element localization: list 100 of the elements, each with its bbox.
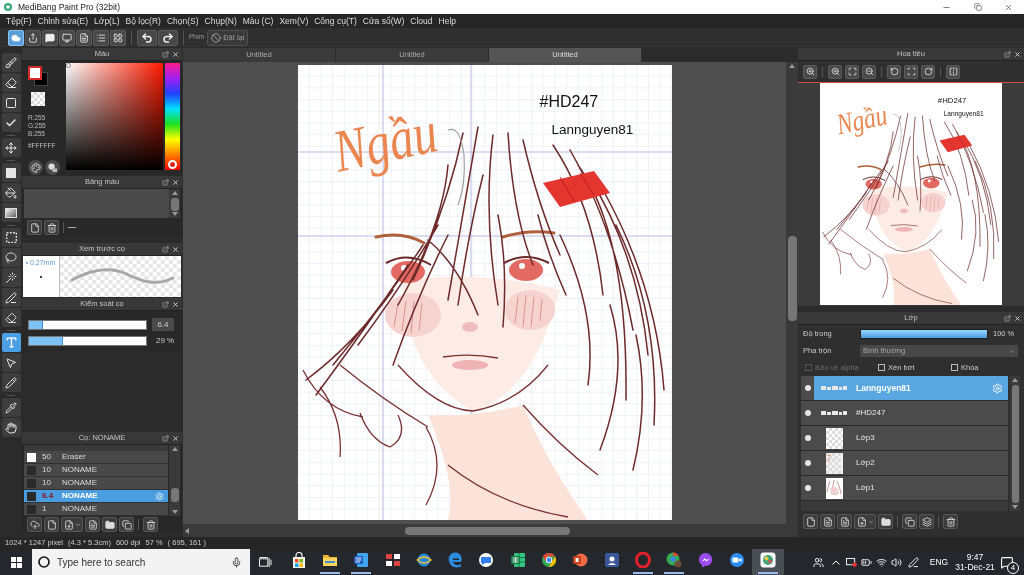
close-panel-button[interactable]	[172, 300, 179, 308]
clock-button[interactable]: 9:47 31-Dec-21	[954, 552, 996, 572]
comment-button[interactable]	[42, 29, 58, 46]
menu-item[interactable]: Lớp(L)	[94, 16, 120, 26]
color-indicator-icon[interactable]	[28, 66, 48, 86]
brush-row[interactable]: 10 NONAME	[24, 477, 168, 490]
upload-button[interactable]	[27, 517, 42, 532]
popout-button[interactable]	[162, 434, 169, 442]
zoom-out-button[interactable]	[862, 64, 876, 79]
close-panel-button[interactable]	[172, 178, 179, 186]
scrollbar[interactable]	[169, 445, 180, 516]
scrollbar[interactable]	[169, 189, 180, 218]
bucket-tool[interactable]	[1, 183, 21, 202]
popout-button[interactable]	[1004, 50, 1011, 58]
close-panel-button[interactable]	[172, 434, 179, 442]
network-button[interactable]	[874, 556, 889, 568]
menu-item[interactable]: Cloud	[410, 16, 433, 26]
volume-button[interactable]	[889, 556, 904, 568]
menu-item[interactable]: Chọn(S)	[166, 16, 199, 26]
cloud-button[interactable]	[8, 29, 24, 46]
divide-tool[interactable]	[1, 373, 21, 392]
eraser-tool[interactable]	[1, 73, 21, 92]
share-button[interactable]	[25, 29, 41, 46]
undo-button[interactable]	[137, 29, 157, 46]
size-value-field[interactable]: 6.4	[152, 318, 174, 331]
delete-layer-button[interactable]	[943, 514, 958, 529]
transparent-swatch-icon[interactable]	[31, 92, 45, 106]
flip-button[interactable]	[946, 64, 960, 79]
folder-button[interactable]	[878, 514, 893, 529]
popout-button[interactable]	[162, 245, 169, 253]
brush-tool[interactable]	[1, 53, 21, 72]
menu-item[interactable]: Chỉnh sửa(E)	[37, 16, 89, 26]
popout-button[interactable]	[162, 178, 169, 186]
grid-button[interactable]	[110, 29, 126, 46]
brush-row[interactable]: 50 Eraser	[24, 451, 168, 464]
menu-item[interactable]: Xem(V)	[279, 16, 309, 26]
battery-button[interactable]	[859, 556, 874, 568]
new-brush-button[interactable]	[44, 517, 59, 532]
fill-tool[interactable]	[1, 163, 21, 182]
scrollbar[interactable]	[1010, 376, 1020, 511]
horizontal-scrollbar[interactable]	[183, 524, 798, 537]
menu-item[interactable]: Tệp(F)	[6, 16, 32, 26]
palette-button[interactable]	[28, 160, 43, 175]
new-1bit-layer-button[interactable]	[837, 514, 852, 529]
select-eraser-tool[interactable]	[1, 308, 21, 327]
zoom-in-button[interactable]	[828, 64, 842, 79]
layer-opacity-slider[interactable]	[860, 329, 988, 339]
popout-button[interactable]	[162, 50, 169, 58]
popout-button[interactable]	[162, 300, 169, 308]
layer-row[interactable]: Lớp3	[801, 426, 1008, 451]
layer-row[interactable]: #HD247	[801, 401, 1008, 426]
document-button[interactable]	[76, 29, 92, 46]
popout-button[interactable]	[1004, 314, 1011, 322]
scroll-thumb[interactable]	[170, 488, 179, 502]
close-panel-button[interactable]	[172, 245, 179, 253]
scroll-thumb[interactable]	[405, 526, 570, 535]
menu-item[interactable]: Chụp(N)	[204, 16, 237, 26]
search-input[interactable]: Type here to search	[57, 554, 231, 570]
select-tool[interactable]	[1, 228, 21, 247]
menu-item[interactable]: Bộ lọc(R)	[125, 16, 161, 26]
rotate-right-button[interactable]	[921, 64, 935, 79]
scroll-thumb[interactable]	[1011, 385, 1019, 503]
hand-tool[interactable]	[1, 418, 21, 437]
edit-tool[interactable]	[1, 113, 21, 132]
canvas-viewport[interactable]: Ngầu #HD247 Lannguyen81	[183, 62, 786, 524]
operation-tool[interactable]	[1, 353, 21, 372]
menu-item[interactable]: Công cụ(T)	[314, 16, 357, 26]
brush-row[interactable]: 1 NONAME	[24, 503, 168, 516]
reset-rotation-button[interactable]	[904, 64, 918, 79]
hue-slider[interactable]	[165, 63, 180, 170]
lasso-tool[interactable]	[1, 248, 21, 267]
layer-row[interactable]: Lớp2	[801, 451, 1008, 476]
layer-row[interactable]: Lớp1	[801, 476, 1008, 501]
palette-grid-button[interactable]	[45, 160, 60, 175]
taskbar-app-button[interactable]	[752, 549, 784, 575]
new-palette-button[interactable]	[27, 220, 42, 235]
wand-tool[interactable]	[1, 268, 21, 287]
eyedropper-tool[interactable]	[1, 398, 21, 417]
fit-button[interactable]	[845, 64, 859, 79]
dot-tool[interactable]	[1, 93, 21, 112]
search-field[interactable]: Type here to search	[32, 549, 250, 575]
menu-item[interactable]: Màu (C)	[242, 16, 274, 26]
close-panel-button[interactable]	[172, 50, 179, 58]
close-panel-button[interactable]	[1014, 314, 1021, 322]
size-slider[interactable]	[28, 319, 147, 330]
new-layer-button[interactable]	[803, 514, 818, 529]
select-pen-tool[interactable]	[1, 288, 21, 307]
scroll-thumb[interactable]	[787, 236, 797, 321]
actual-size-button[interactable]	[803, 64, 817, 79]
menu-item[interactable]: Help	[438, 16, 457, 26]
add-brush-button[interactable]	[61, 517, 83, 532]
opacity-slider[interactable]	[28, 335, 147, 346]
folder-button[interactable]	[102, 517, 117, 532]
delete-palette-button[interactable]	[44, 220, 59, 235]
text-tool[interactable]	[1, 333, 21, 352]
gradient-tool[interactable]	[1, 203, 21, 222]
rotate-left-button[interactable]	[887, 64, 901, 79]
scrollbar[interactable]	[786, 62, 798, 524]
list-button[interactable]	[93, 29, 109, 46]
duplicate-layer-button[interactable]	[902, 514, 917, 529]
